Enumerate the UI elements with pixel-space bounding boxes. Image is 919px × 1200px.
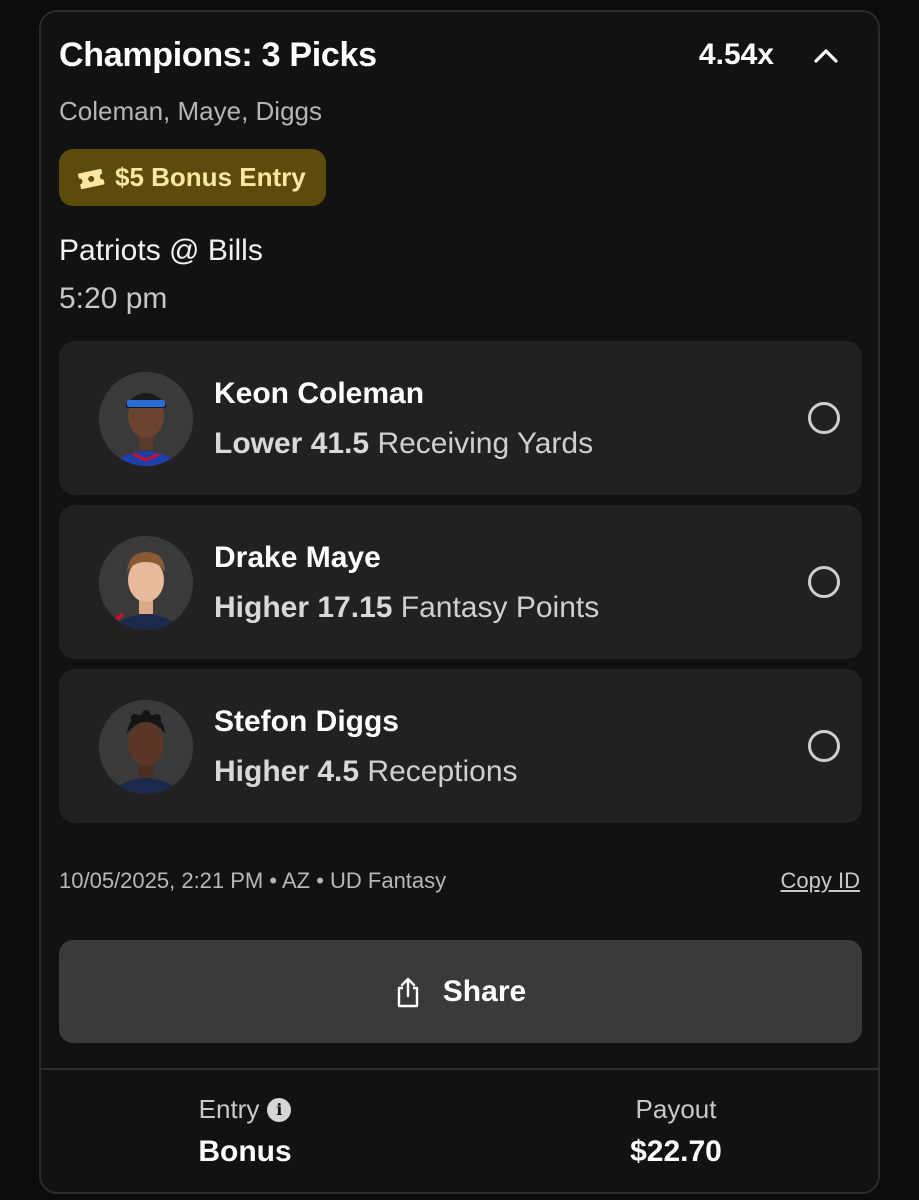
entry-summary: Entry i Bonus xyxy=(95,1094,395,1169)
chevron-up-icon xyxy=(814,49,838,63)
player-avatar xyxy=(99,700,193,794)
players-summary: Coleman, Maye, Diggs xyxy=(59,96,322,126)
pending-circle-icon xyxy=(808,566,840,598)
pick-stat: Receptions xyxy=(367,755,518,788)
game-matchup: Patriots @ Bills xyxy=(59,234,263,267)
pick-direction: Lower xyxy=(214,427,303,460)
copy-id-link[interactable]: Copy ID xyxy=(781,868,860,894)
info-icon[interactable]: i xyxy=(267,1097,292,1122)
bonus-entry-label: $5 Bonus Entry xyxy=(115,162,306,192)
pick-value: 17.15 xyxy=(317,591,393,624)
entry-label-row: Entry i xyxy=(95,1094,395,1125)
pick-row[interactable]: Stefon Diggs Higher 4.5 Receptions xyxy=(59,669,862,823)
payout-summary: Payout $22.70 xyxy=(526,1094,826,1169)
payout-label-row: Payout xyxy=(526,1094,826,1125)
entry-meta: 10/05/2025, 2:21 PM • AZ • UD Fantasy xyxy=(59,868,447,893)
pick-line: Higher 17.15 Fantasy Points xyxy=(214,591,599,625)
bonus-entry-badge: $5 Bonus Entry xyxy=(59,149,326,206)
share-label: Share xyxy=(442,974,527,1008)
entry-title: Champions: 3 Picks xyxy=(59,36,377,74)
picks-list: Keon Coleman Lower 41.5 Receiving Yards xyxy=(59,341,862,833)
entry-value: Bonus xyxy=(198,1135,292,1168)
pick-line: Lower 41.5 Receiving Yards xyxy=(214,427,593,461)
player-name: Drake Maye xyxy=(214,541,381,574)
pick-value: 41.5 xyxy=(310,427,370,460)
pick-value: 4.5 xyxy=(317,755,360,788)
player-name: Keon Coleman xyxy=(214,377,425,410)
pick-row[interactable]: Drake Maye Higher 17.15 Fantasy Points xyxy=(59,505,862,659)
game-time: 5:20 pm xyxy=(59,282,168,315)
pick-direction: Higher xyxy=(214,755,310,788)
payout-label: Payout xyxy=(635,1094,717,1124)
pick-stat: Receiving Yards xyxy=(377,427,594,460)
payout-multiplier: 4.54x xyxy=(698,38,774,71)
share-button[interactable]: Share xyxy=(59,940,862,1043)
collapse-button[interactable] xyxy=(804,34,848,78)
pick-line: Higher 4.5 Receptions xyxy=(214,755,518,789)
entry-label: Entry xyxy=(198,1094,260,1124)
pending-circle-icon xyxy=(808,402,840,434)
footer-divider xyxy=(41,1068,878,1070)
player-avatar xyxy=(99,536,193,630)
player-name: Stefon Diggs xyxy=(214,705,399,738)
pick-direction: Higher xyxy=(214,591,310,624)
entry-card: Champions: 3 Picks 4.54x Coleman, Maye, … xyxy=(39,10,880,1194)
pending-circle-icon xyxy=(808,730,840,762)
pick-row[interactable]: Keon Coleman Lower 41.5 Receiving Yards xyxy=(59,341,862,495)
player-avatar xyxy=(99,372,193,466)
pick-stat: Fantasy Points xyxy=(400,591,600,624)
entry-header: Champions: 3 Picks 4.54x xyxy=(59,34,860,82)
share-icon xyxy=(397,977,418,1007)
ticket-icon xyxy=(78,168,105,189)
payout-value: $22.70 xyxy=(630,1135,722,1168)
